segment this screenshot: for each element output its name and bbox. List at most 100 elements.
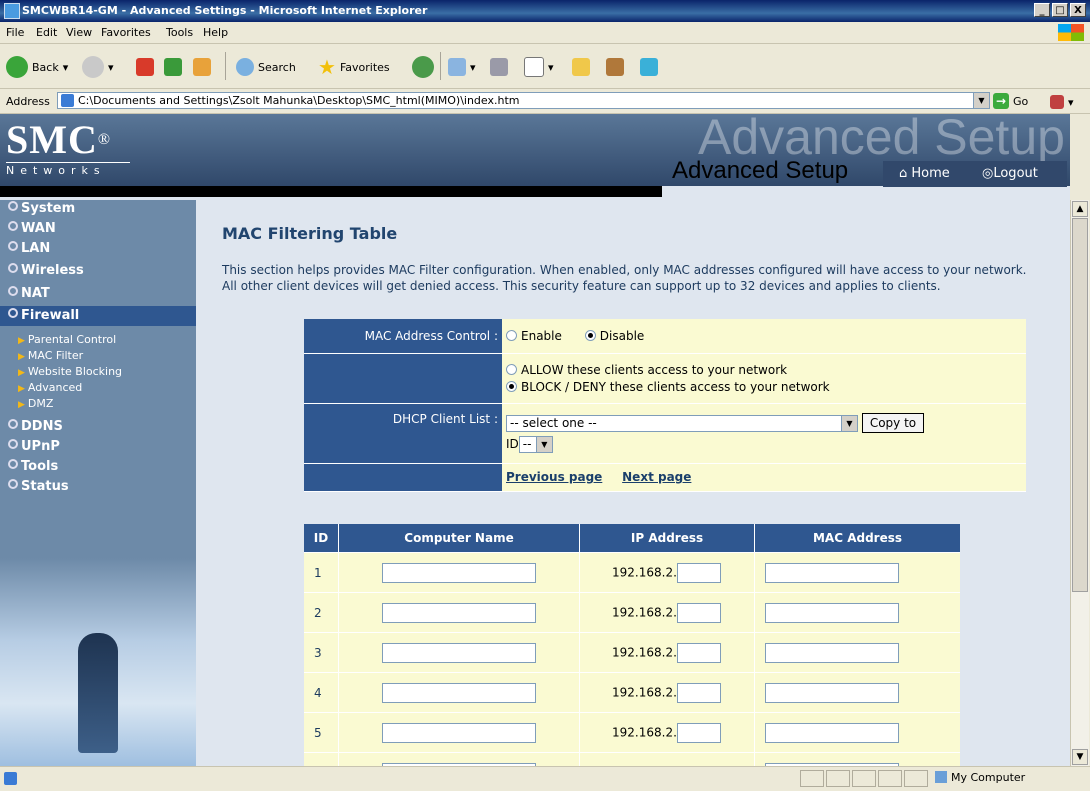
- maximize-button[interactable]: □: [1052, 3, 1068, 17]
- sidebar-sub-advanced[interactable]: ▶ Advanced: [18, 381, 82, 394]
- sidebar-sub-dmz[interactable]: ▶ DMZ: [18, 397, 53, 410]
- close-button[interactable]: X: [1070, 3, 1086, 17]
- sidebar-sub-label: Parental Control: [27, 333, 117, 346]
- mail-icon: [448, 58, 466, 76]
- home-toolbar-button[interactable]: [193, 56, 211, 78]
- ip-suffix-input[interactable]: [676, 562, 721, 583]
- back-button[interactable]: Back ▾: [6, 56, 68, 78]
- row-id: 5: [304, 712, 339, 753]
- mac-address-input[interactable]: [765, 642, 899, 663]
- ip-suffix-input[interactable]: [676, 642, 721, 663]
- computer-name-input[interactable]: [382, 642, 536, 663]
- research-icon: [606, 58, 624, 76]
- mail-button[interactable]: ▾: [448, 56, 476, 78]
- enable-radio[interactable]: Enable: [506, 329, 562, 343]
- col-header-computer-name: Computer Name: [338, 524, 580, 553]
- previous-page-link[interactable]: Previous page: [506, 470, 602, 484]
- computer-name-input[interactable]: [382, 722, 536, 743]
- print-button[interactable]: [490, 56, 508, 78]
- table-row: 3 192.168.2.: [304, 632, 960, 673]
- stop-button[interactable]: [136, 56, 154, 78]
- ip-suffix-input[interactable]: [676, 682, 721, 703]
- sidebar-item-upnp[interactable]: UPnP: [8, 439, 60, 454]
- ip-prefix: 192.168.2.: [612, 645, 677, 659]
- sidebar-item-status[interactable]: Status: [8, 479, 69, 494]
- scroll-thumb[interactable]: [1072, 218, 1088, 592]
- computer-name-input[interactable]: [382, 602, 536, 623]
- ip-suffix-input[interactable]: [676, 602, 721, 623]
- mac-address-input[interactable]: [765, 722, 899, 743]
- research-button[interactable]: [606, 56, 624, 78]
- extras-button[interactable]: ▾: [1050, 91, 1074, 113]
- menu-help[interactable]: Help: [203, 26, 228, 39]
- edit-button[interactable]: ▾: [524, 56, 554, 78]
- refresh-button[interactable]: [164, 56, 182, 78]
- menu-view[interactable]: View: [66, 26, 92, 39]
- scroll-down-icon[interactable]: ▼: [1072, 749, 1088, 765]
- col-header-id: ID: [304, 524, 339, 553]
- disable-radio[interactable]: Disable: [584, 329, 644, 343]
- mac-address-input[interactable]: [765, 602, 899, 623]
- chevron-down-icon: ▾: [470, 60, 476, 74]
- sidebar-item-wan[interactable]: WAN: [8, 221, 56, 236]
- sidebar-item-nat[interactable]: NAT: [8, 286, 50, 301]
- sidebar-item-lan[interactable]: LAN: [8, 241, 50, 256]
- id-label: ID: [506, 437, 519, 451]
- computer-name-input[interactable]: [382, 682, 536, 703]
- sidebar-sub-mac-filter[interactable]: ▶ MAC Filter: [18, 349, 83, 362]
- dhcp-label: DHCP Client List :: [304, 403, 502, 464]
- mac-config-table: MAC Address Control : Enable Disable ALL…: [304, 319, 1026, 492]
- menu-favorites[interactable]: Favorites: [101, 26, 151, 39]
- table-row: 5 192.168.2.: [304, 712, 960, 753]
- sidebar-item-wireless[interactable]: Wireless: [8, 263, 84, 278]
- logo-text: SMC: [6, 117, 98, 162]
- menu-file[interactable]: File: [6, 26, 24, 39]
- sidebar-item-tools[interactable]: Tools: [8, 459, 58, 474]
- ie-icon: [4, 3, 20, 19]
- ip-suffix-input[interactable]: [676, 722, 721, 743]
- ip-prefix: 192.168.2.: [612, 605, 677, 619]
- copy-to-button[interactable]: Copy to: [861, 413, 925, 433]
- triangle-icon: ▶: [18, 352, 25, 362]
- dhcp-client-select[interactable]: -- select one -- ▼: [506, 414, 858, 432]
- computer-name-input[interactable]: [382, 562, 536, 583]
- search-icon: [236, 58, 254, 76]
- next-page-link[interactable]: Next page: [622, 470, 691, 484]
- folder-button[interactable]: [572, 56, 590, 78]
- mac-address-input[interactable]: [765, 562, 899, 583]
- sidebar-item-ddns[interactable]: DDNS: [8, 419, 63, 434]
- menu-edit[interactable]: Edit: [36, 26, 57, 39]
- history-button[interactable]: [412, 56, 434, 78]
- scroll-up-icon[interactable]: ▲: [1072, 201, 1088, 217]
- bullet-icon: [8, 308, 18, 318]
- row-id: 2: [304, 592, 339, 633]
- sidebar-sub-parental-control[interactable]: ▶ Parental Control: [18, 333, 116, 346]
- address-dropdown-button[interactable]: ▼: [973, 92, 990, 109]
- sidebar-item-system[interactable]: System: [8, 201, 75, 216]
- search-button[interactable]: Search: [236, 56, 296, 78]
- table-row: 1 192.168.2.: [304, 552, 960, 593]
- table-row: [304, 752, 960, 766]
- go-button[interactable]: → Go: [993, 92, 1028, 110]
- logout-link[interactable]: ◎Logout: [982, 166, 1038, 181]
- table-row: 4 192.168.2.: [304, 672, 960, 713]
- address-input[interactable]: C:\Documents and Settings\Zsolt Mahunka\…: [57, 92, 977, 109]
- block-radio[interactable]: BLOCK / DENY these clients access to you…: [506, 380, 1022, 394]
- sidebar-item-firewall[interactable]: Firewall: [8, 308, 79, 323]
- table-row: 2 192.168.2.: [304, 592, 960, 633]
- sidebar-sub-website-blocking[interactable]: ▶ Website Blocking: [18, 365, 122, 378]
- smc-logo: SMC® Networks: [6, 120, 130, 177]
- home-link[interactable]: ⌂ Home: [899, 166, 950, 181]
- favorites-button[interactable]: ★ Favorites: [318, 55, 390, 79]
- refresh-icon: [164, 58, 182, 76]
- forward-button[interactable]: ▾: [82, 56, 114, 78]
- messenger-button[interactable]: [640, 56, 658, 78]
- vertical-scrollbar[interactable]: ▲ ▼: [1070, 200, 1089, 766]
- allow-radio[interactable]: ALLOW these clients access to your netwo…: [506, 363, 1022, 377]
- menu-tools[interactable]: Tools: [166, 26, 193, 39]
- id-select[interactable]: -- ▼: [518, 436, 553, 453]
- minimize-button[interactable]: _: [1034, 3, 1050, 17]
- mac-address-input[interactable]: [765, 682, 899, 703]
- sidebar-item-label: Status: [21, 479, 69, 494]
- bullet-icon: [8, 286, 18, 296]
